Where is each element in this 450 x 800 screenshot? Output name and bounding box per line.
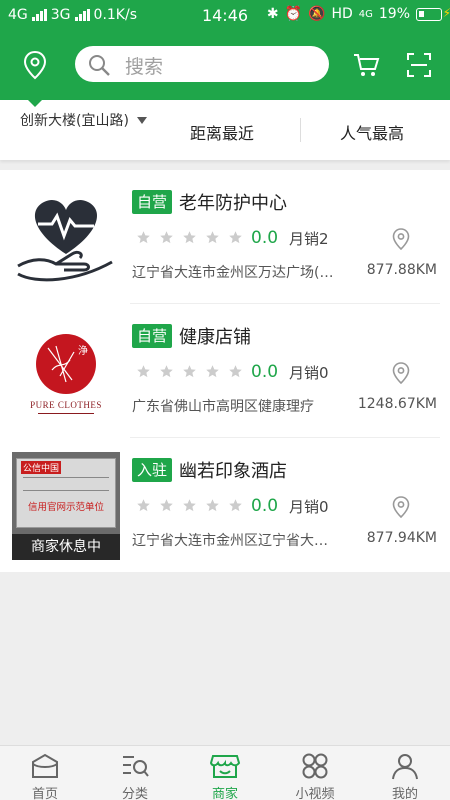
rating-value: 0.0 <box>251 228 279 248</box>
mute-icon: 🔕 <box>308 6 326 22</box>
status-bar: 4G 3G 0.1K/s 14:46 ✱ ⏰ 🔕 HD 4G 19% ⚡ <box>0 0 450 32</box>
category-icon <box>123 756 149 777</box>
rating-stars <box>136 230 243 245</box>
location-pointer <box>27 99 43 107</box>
star-icon <box>160 365 173 378</box>
search-input[interactable]: 搜索 <box>75 46 329 82</box>
shop-distance: 877.94KM <box>366 530 437 546</box>
monthly-sales: 月销0 <box>289 498 329 516</box>
nav-store[interactable]: 商家 <box>180 746 270 800</box>
map-pin-icon <box>392 228 410 250</box>
battery-percent: 19% <box>378 6 410 22</box>
shop-tag: 自营 <box>132 324 173 348</box>
certificate-title: 信用官网示范单位 <box>27 502 104 513</box>
nav-label: 商家 <box>211 787 238 800</box>
star-icon <box>206 231 219 244</box>
shop-thumbnail: 浄 PURE CLOTHES <box>12 318 120 426</box>
shop-address: 辽宁省大连市金州区万达广场(… <box>132 265 334 281</box>
rating-stars <box>136 498 243 513</box>
star-icon <box>229 499 242 512</box>
top-header: 搜索 <box>0 32 450 100</box>
nav-home[interactable]: 首页 <box>0 746 90 800</box>
heart-hand-logo <box>17 199 113 282</box>
shop-tag: 入驻 <box>132 458 173 482</box>
shop-tag: 自营 <box>132 190 173 214</box>
logo-text: PURE CLOTHES <box>30 400 102 410</box>
shop-thumbnail <box>12 184 120 292</box>
divider <box>300 118 301 142</box>
map-pin-icon <box>392 496 410 518</box>
location-icon[interactable] <box>22 50 48 80</box>
nav-label: 小视频 <box>295 787 335 800</box>
shop-item[interactable]: 公信中国 信用官网示范单位 商家休息中 入驻 幽若印象酒店 0.0 月销0 辽宁… <box>0 438 450 572</box>
rating-value: 0.0 <box>251 362 279 382</box>
bottom-nav: 首页 分类 商家 小视频 我的 <box>0 745 450 800</box>
monthly-sales: 月销2 <box>289 230 329 248</box>
shop-address: 辽宁省大连市金州区辽宁省大… <box>132 533 328 549</box>
shop-name: 老年防护中心 <box>179 193 287 214</box>
filter-bar: 创新大楼(宜山路) 距离最近 人气最高 <box>0 99 450 160</box>
star-icon <box>206 365 219 378</box>
nav-label: 我的 <box>391 787 418 800</box>
shop-item[interactable]: 自营 老年防护中心 0.0 月销2 辽宁省大连市金州区万达广场(… 877.88… <box>0 170 450 304</box>
shop-name: 健康店铺 <box>179 327 251 348</box>
shop-distance: 1248.67KM <box>357 396 437 412</box>
video-icon <box>302 753 328 779</box>
net-4g-label: 4G <box>358 8 373 20</box>
shop-name: 幽若印象酒店 <box>179 461 287 482</box>
sort-nearest[interactable]: 距离最近 <box>190 120 254 144</box>
sort-popular[interactable]: 人气最高 <box>340 120 404 144</box>
shop-item[interactable]: 浄 PURE CLOTHES 自营 健康店铺 0.0 月销0 广东省佛山市高明区… <box>0 304 450 438</box>
cart-icon[interactable] <box>352 52 380 78</box>
nav-video[interactable]: 小视频 <box>270 746 360 800</box>
search-placeholder: 搜索 <box>125 56 164 78</box>
nav-label: 首页 <box>31 787 58 800</box>
nav-label: 分类 <box>121 787 148 800</box>
star-icon <box>160 231 173 244</box>
rating-stars <box>136 364 243 379</box>
scan-icon[interactable] <box>406 52 432 78</box>
closed-banner: 商家休息中 <box>12 534 120 560</box>
star-icon <box>229 231 242 244</box>
map-pin-icon <box>392 362 410 384</box>
star-icon <box>137 231 150 244</box>
star-icon <box>160 499 173 512</box>
certificate-plaque: 公信中国 信用官网示范单位 <box>16 458 116 528</box>
location-label: 创新大楼(宜山路) <box>20 113 129 129</box>
shop-distance: 877.88KM <box>366 262 437 278</box>
star-icon <box>206 499 219 512</box>
star-icon <box>137 365 150 378</box>
shop-address: 广东省佛山市高明区健康理疗 <box>132 399 314 415</box>
store-icon <box>209 755 241 778</box>
nav-category[interactable]: 分类 <box>90 746 180 800</box>
bluetooth-icon: ✱ <box>266 6 279 22</box>
star-icon <box>183 365 196 378</box>
shop-list: 自营 老年防护中心 0.0 月销2 辽宁省大连市金州区万达广场(… 877.88… <box>0 170 450 572</box>
logo-char: 浄 <box>78 344 88 357</box>
star-icon <box>183 499 196 512</box>
certificate-brand: 公信中国 <box>21 461 62 474</box>
monthly-sales: 月销0 <box>289 364 329 382</box>
star-icon <box>137 499 150 512</box>
logo-underline <box>38 413 94 414</box>
nav-profile[interactable]: 我的 <box>360 746 450 800</box>
shop-thumbnail: 公信中国 信用官网示范单位 商家休息中 <box>12 452 120 560</box>
location-selector[interactable]: 创新大楼(宜山路) <box>20 110 147 130</box>
battery-icon: ⚡ <box>416 6 450 21</box>
hd-label: HD <box>331 6 353 22</box>
rating-value: 0.0 <box>251 496 279 516</box>
certificate-text-lines <box>23 477 109 491</box>
star-icon <box>229 365 242 378</box>
profile-icon <box>392 754 418 780</box>
home-icon <box>32 753 58 778</box>
chevron-down-icon <box>136 116 147 124</box>
search-icon <box>89 55 110 76</box>
star-icon <box>183 231 196 244</box>
alarm-icon: ⏰ <box>284 6 302 22</box>
